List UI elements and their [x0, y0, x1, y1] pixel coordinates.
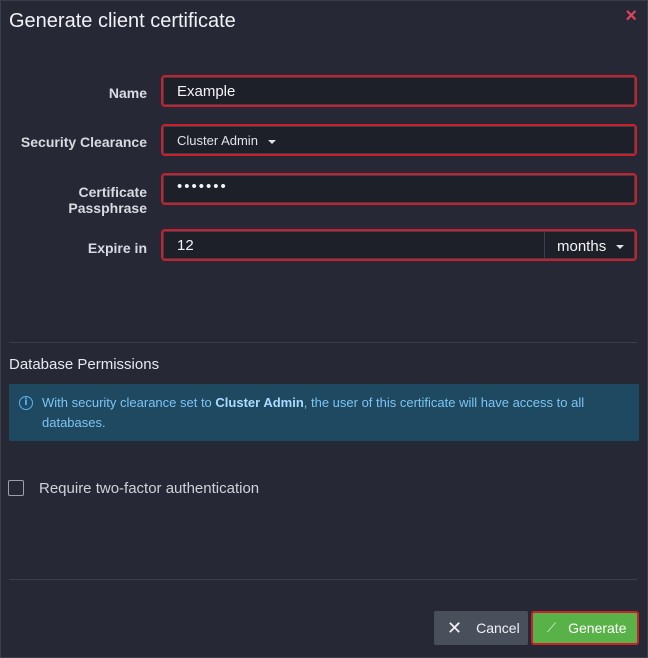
cancel-button[interactable]: ✕ Cancel — [434, 611, 528, 645]
passphrase-label-line2: Passphrase — [68, 200, 147, 216]
chevron-down-icon — [267, 139, 276, 144]
magic-wand-icon: ⟋ — [547, 620, 557, 635]
expire-unit-dropdown[interactable]: months — [544, 231, 635, 259]
cancel-button-label: Cancel — [476, 620, 520, 636]
passphrase-field[interactable]: ••••••• — [161, 173, 637, 205]
generate-button[interactable]: ⟋ Generate — [531, 611, 639, 645]
info-icon: i — [19, 396, 33, 410]
passphrase-input-value[interactable]: ••••••• — [177, 178, 228, 195]
info-text-clearance: Cluster Admin — [215, 395, 304, 410]
expire-input-value[interactable]: 12 — [177, 237, 194, 254]
info-alert: i With security clearance set to Cluster… — [9, 384, 639, 441]
close-icon[interactable]: × — [625, 6, 637, 26]
two-factor-label[interactable]: Require two-factor authentication — [39, 480, 259, 497]
expire-unit-value: months — [557, 238, 607, 255]
name-input-value[interactable]: Example — [177, 83, 235, 100]
dialog-title: Generate client certificate — [9, 10, 236, 32]
security-clearance-label: Security Clearance — [20, 134, 147, 150]
passphrase-label-line1: Certificate — [78, 184, 147, 200]
database-permissions-title: Database Permissions — [9, 356, 160, 373]
expire-field-group: 12 months — [161, 229, 637, 261]
info-text-prefix: With security clearance set to — [42, 395, 216, 410]
section-divider — [9, 342, 637, 343]
generate-button-label: Generate — [568, 620, 627, 636]
security-clearance-dropdown[interactable]: Cluster Admin — [161, 124, 637, 156]
generate-certificate-dialog: Generate client certificate × Name Examp… — [0, 0, 648, 658]
passphrase-label: Certificate Passphrase — [68, 184, 147, 216]
footer-divider — [9, 579, 637, 580]
expire-label: Expire in — [87, 240, 147, 256]
two-factor-checkbox[interactable] — [8, 480, 24, 496]
chevron-down-icon — [616, 245, 625, 250]
security-clearance-value: Cluster Admin — [177, 133, 258, 148]
name-label: Name — [108, 85, 147, 101]
name-field[interactable]: Example — [161, 75, 637, 107]
info-alert-text: With security clearance set to Cluster A… — [42, 393, 619, 433]
close-icon: ✕ — [447, 617, 463, 638]
